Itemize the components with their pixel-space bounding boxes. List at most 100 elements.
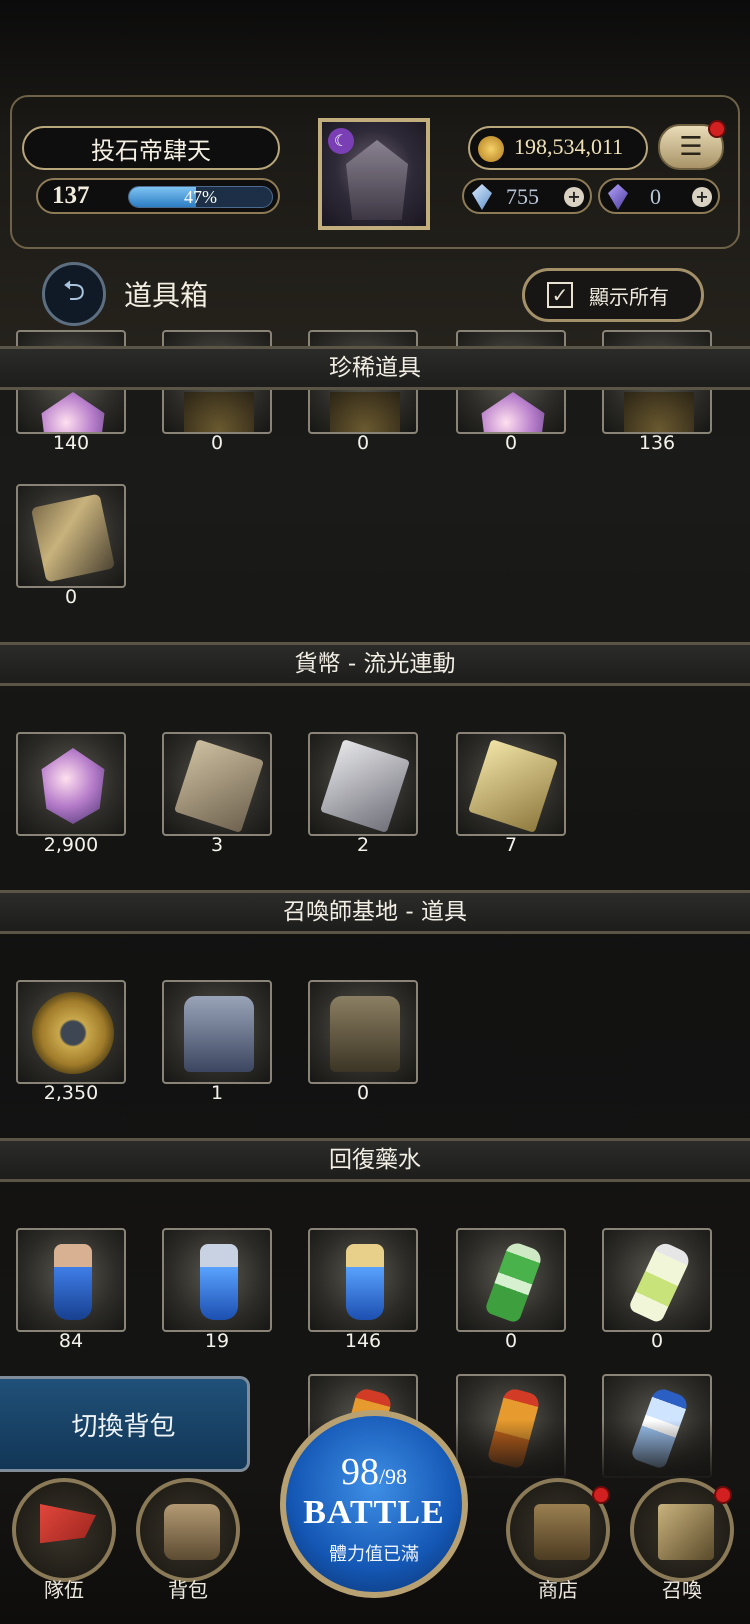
- exp-bar: 47%: [128, 186, 273, 208]
- rare-item-6[interactable]: 0: [16, 484, 126, 608]
- flag-icon: [40, 1504, 96, 1544]
- summon-notification-dot: [714, 1486, 732, 1504]
- brown-bag-icon: [330, 996, 400, 1072]
- menu-icon: ☰: [679, 132, 703, 162]
- potion-item-1[interactable]: 84: [16, 1228, 126, 1352]
- bronze-ticket-icon: [173, 739, 265, 833]
- page-title: 道具箱: [124, 279, 209, 312]
- potion-item-2[interactable]: 19: [162, 1228, 272, 1352]
- player-name[interactable]: 投石帝肆天: [22, 126, 280, 170]
- potion-item-5[interactable]: 0: [602, 1228, 712, 1352]
- battle-button[interactable]: 98/98 BATTLE 體力值已滿: [280, 1410, 468, 1598]
- back-arrow-icon: ⮌: [62, 274, 86, 307]
- medium-potion-icon: [200, 1244, 238, 1320]
- potion-item-3[interactable]: 146: [308, 1228, 418, 1352]
- show-all-toggle[interactable]: ✓ 顯示所有: [522, 268, 704, 322]
- item-slot: [16, 484, 126, 588]
- item-count: 2,350: [43, 1082, 99, 1104]
- add-gems-button[interactable]: +: [564, 187, 584, 207]
- add-crystals-button[interactable]: +: [692, 187, 712, 207]
- potion-item-4[interactable]: 0: [456, 1228, 566, 1352]
- bag-icon: [164, 1504, 220, 1560]
- item-slot: [602, 1228, 712, 1332]
- section-header-potions: 回復藥水: [0, 1138, 750, 1182]
- player-avatar[interactable]: ☾: [318, 118, 430, 230]
- back-button[interactable]: ⮌: [42, 262, 106, 326]
- crystal-amount: 0: [650, 184, 661, 209]
- item-slot: [162, 1228, 272, 1332]
- base-item-3[interactable]: 0: [308, 980, 418, 1104]
- nav-summon-label: 召喚: [662, 1578, 702, 1602]
- item-slot: [16, 980, 126, 1084]
- switch-bag-button[interactable]: 切換背包: [0, 1376, 250, 1472]
- lime-bottle-icon: [627, 1239, 693, 1325]
- item-count: 136: [638, 432, 676, 454]
- currency-item-1[interactable]: 2,900: [16, 732, 126, 856]
- item-slot: [16, 732, 126, 836]
- currency-item-3[interactable]: 2: [308, 732, 418, 856]
- item-slot: [162, 732, 272, 836]
- gold-counter: 198,534,011: [468, 126, 648, 170]
- item-count: 2,900: [43, 834, 99, 856]
- scroll-relic-icon: [624, 392, 694, 432]
- item-count: 2: [356, 834, 370, 856]
- item-slot: [162, 980, 272, 1084]
- gold-ticket-icon: [467, 739, 559, 833]
- item-slot: [308, 732, 418, 836]
- gem-icon: [472, 184, 492, 210]
- gold-relic-icon: [184, 392, 254, 432]
- currency-item-2[interactable]: 3: [162, 732, 272, 856]
- battle-label: BATTLE: [303, 1494, 445, 1531]
- item-slot: [308, 980, 418, 1084]
- top-status-frame: 投石帝肆天 137 47% ☾ 198,534,011 ☰ 755 + 0 + …: [0, 0, 750, 350]
- menu-notification-dot: [708, 120, 726, 138]
- silver-ticket-icon: [319, 739, 411, 833]
- item-count: 146: [344, 1330, 382, 1352]
- nav-bag-button[interactable]: [136, 1478, 240, 1582]
- summon-card-icon: [658, 1504, 714, 1560]
- item-count: 0: [356, 432, 370, 454]
- item-count: 19: [204, 1330, 230, 1352]
- item-count: 0: [504, 1330, 518, 1352]
- show-all-label: 顯示所有: [589, 284, 669, 309]
- gem-amount: 755: [506, 184, 539, 209]
- base-item-2[interactable]: 1: [162, 980, 272, 1104]
- nav-shop-label: 商店: [538, 1578, 578, 1602]
- rainbow-crystal-icon: [41, 748, 105, 824]
- blue-bag-icon: [184, 996, 254, 1072]
- crystal-icon: [608, 184, 628, 210]
- item-count: 1: [210, 1082, 224, 1104]
- item-count: 0: [64, 586, 78, 608]
- item-count: 0: [650, 1330, 664, 1352]
- shop-notification-dot: [592, 1486, 610, 1504]
- stamina-full-note: 體力值已滿: [329, 1544, 419, 1565]
- checkbox-icon[interactable]: ✓: [547, 282, 573, 308]
- large-potion-icon: [346, 1244, 384, 1320]
- nav-team-label: 隊伍: [44, 1578, 84, 1602]
- nav-team-button[interactable]: [12, 1478, 116, 1582]
- shop-icon: [534, 1504, 590, 1560]
- item-count: 0: [356, 1082, 370, 1104]
- nav-bag-label: 背包: [168, 1578, 208, 1602]
- stamina-max: /98: [378, 1464, 408, 1489]
- rune-frame-icon: [30, 493, 116, 583]
- character-portrait: [346, 140, 408, 220]
- shield-relic-icon: [330, 392, 400, 432]
- item-slot: [456, 732, 566, 836]
- medal-icon: [32, 992, 114, 1074]
- item-slot: [456, 1228, 566, 1332]
- item-count: 0: [210, 432, 224, 454]
- item-count: 7: [504, 834, 518, 856]
- gold-coin-icon: [478, 136, 504, 162]
- item-slot: [16, 1228, 126, 1332]
- exp-percent: 47%: [184, 187, 217, 207]
- currency-item-4[interactable]: 7: [456, 732, 566, 856]
- gold-amount: 198,534,011: [514, 134, 624, 159]
- base-item-1[interactable]: 2,350: [16, 980, 126, 1104]
- crystal-item-icon: [41, 392, 105, 432]
- section-header-currency: 貨幣 - 流光連動: [0, 642, 750, 686]
- crystal-counter: 0 +: [598, 178, 720, 214]
- item-count: 3: [210, 834, 224, 856]
- section-header-rare-overlay: 珍稀道具: [0, 346, 750, 390]
- stamina-display: 98/98: [286, 1450, 462, 1494]
